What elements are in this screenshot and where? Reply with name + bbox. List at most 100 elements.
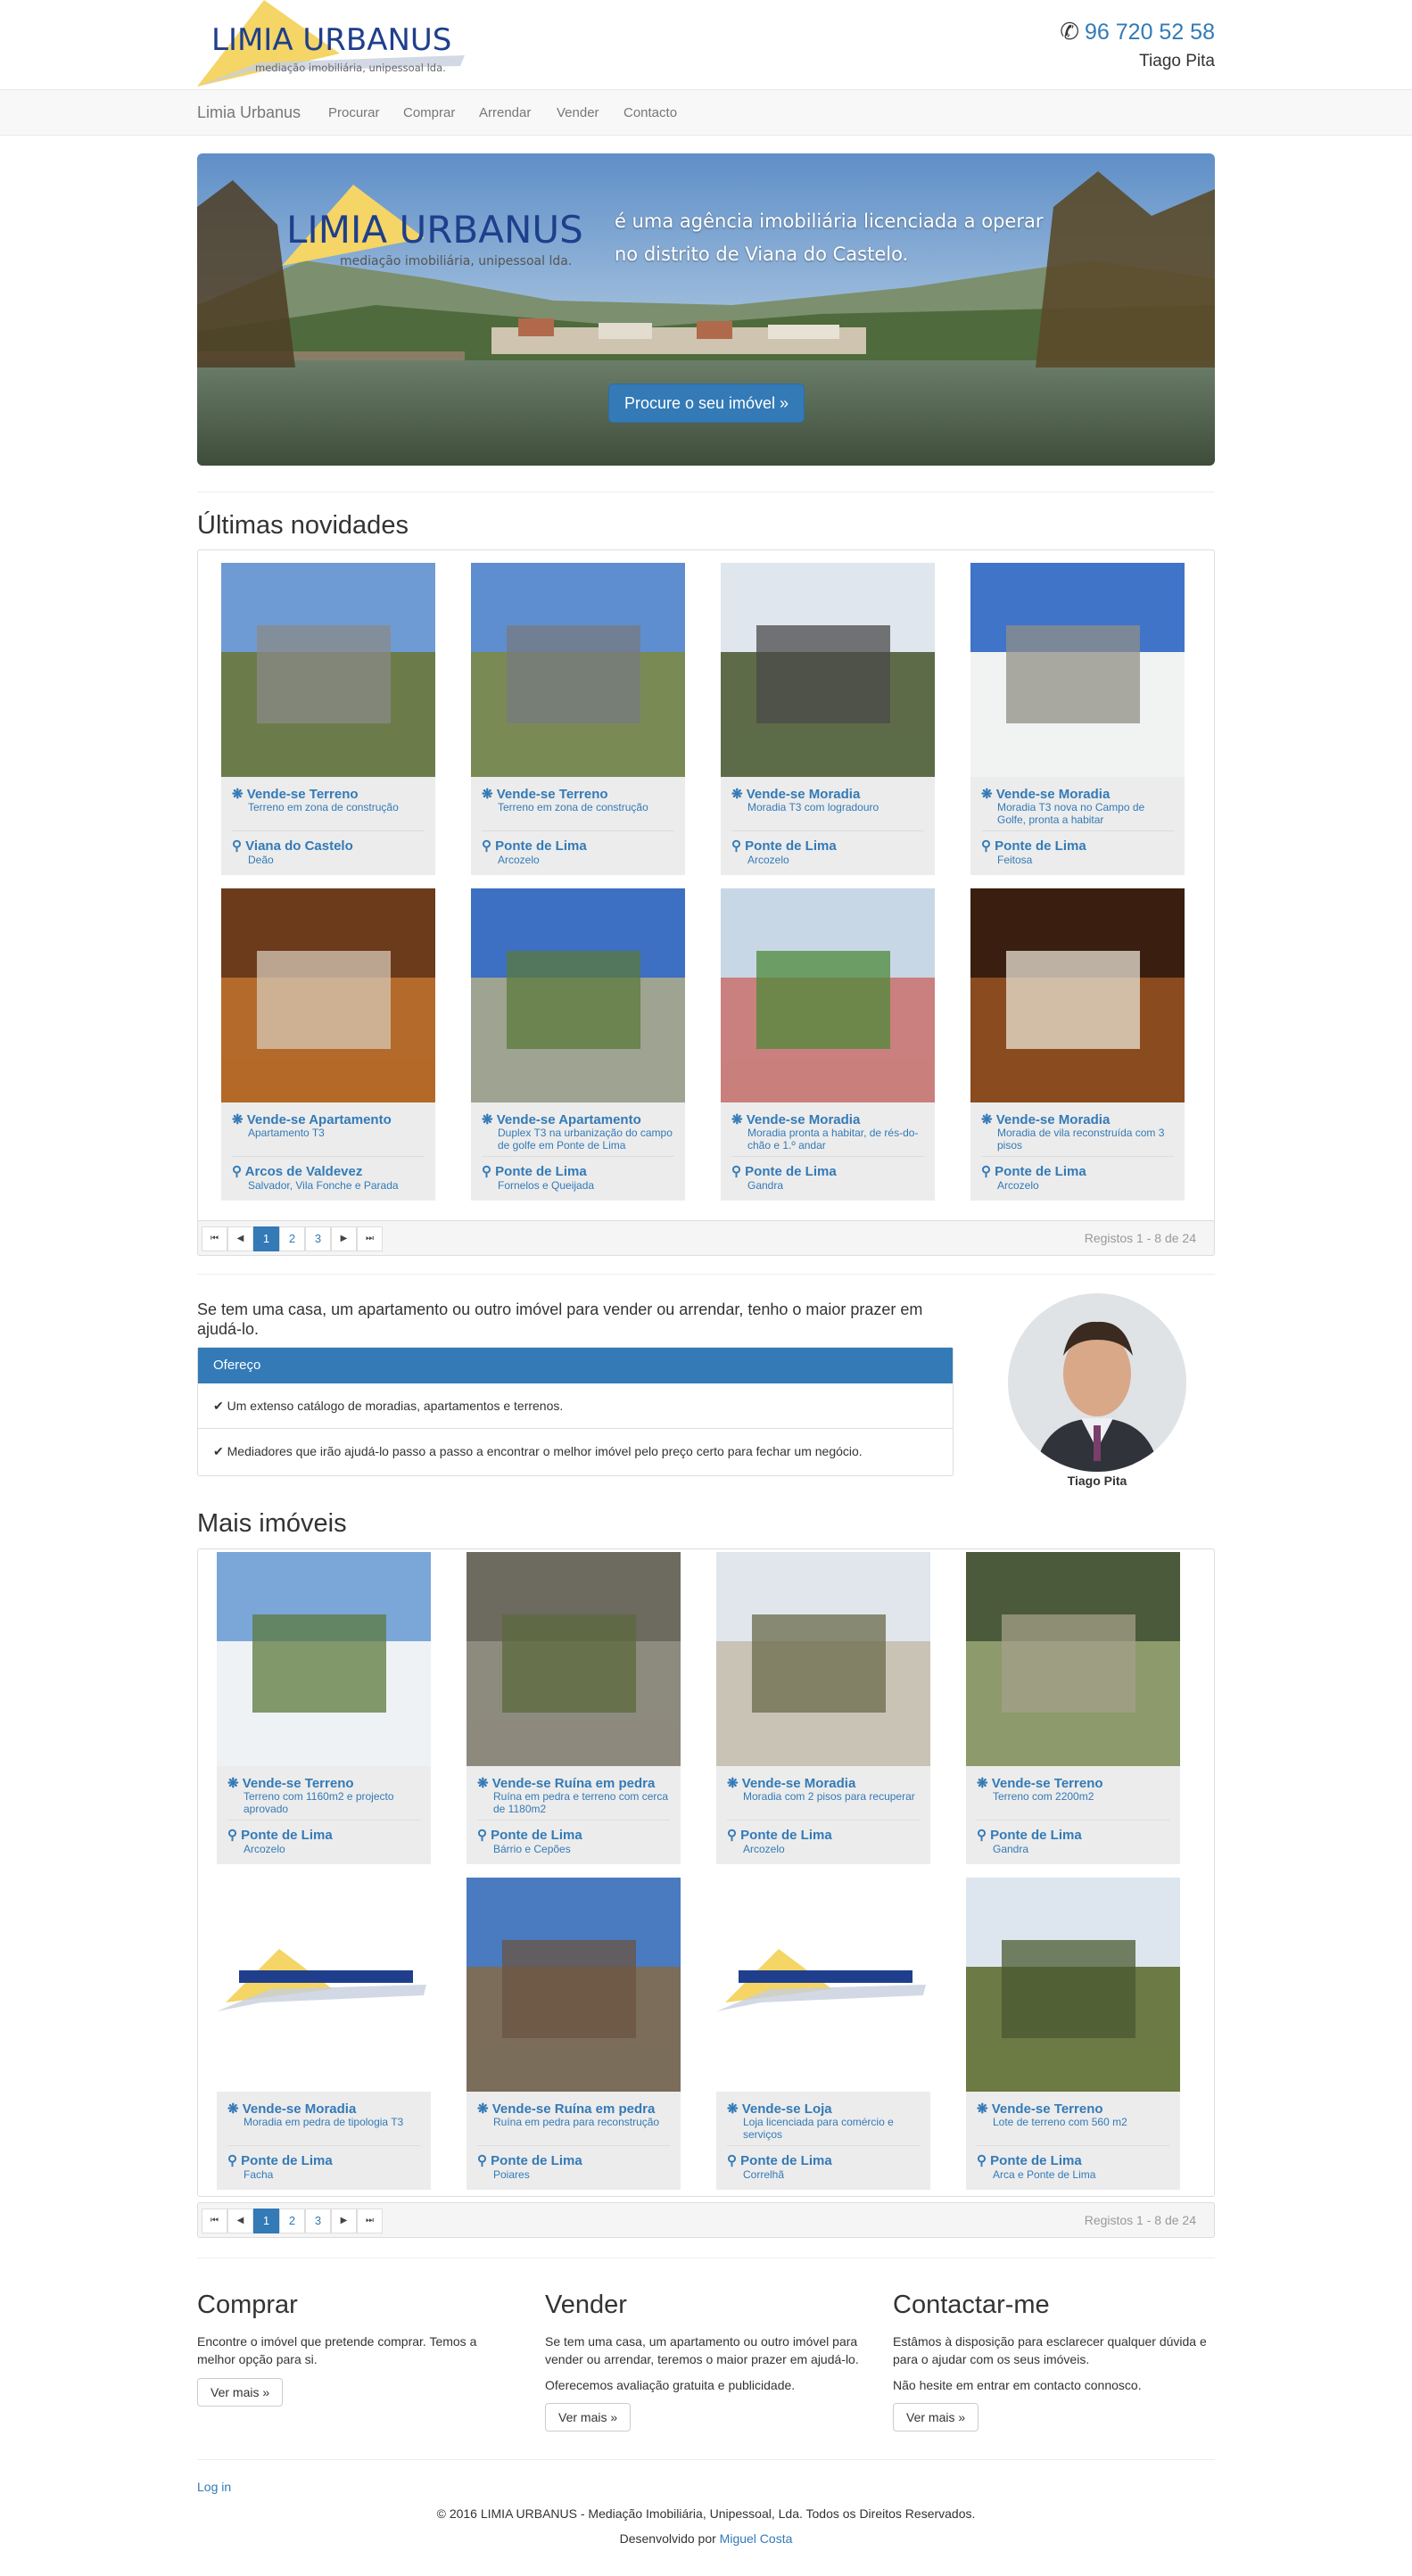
- nav-contacto[interactable]: Contacto: [623, 105, 677, 120]
- property-location[interactable]: ⚲ Ponte de Lima: [981, 1163, 1086, 1179]
- property-photo[interactable]: [970, 888, 1185, 1102]
- property-card[interactable]: ❋ Vende-se Terreno Terreno com 1160m2 e p…: [217, 1552, 431, 1864]
- site-logo[interactable]: LIMIA URBANUS mediação imobiliária, unip…: [197, 0, 465, 89]
- property-card[interactable]: ❋ Vende-se Moradia Moradia T3 com logrado…: [721, 563, 935, 875]
- property-photo[interactable]: [471, 563, 685, 777]
- property-title[interactable]: ❋ Vende-se Moradia: [981, 786, 1181, 802]
- property-location[interactable]: ⚲ Ponte de Lima: [482, 838, 587, 854]
- property-location[interactable]: ⚲ Ponte de Lima: [977, 2152, 1082, 2168]
- phone-number[interactable]: ✆ 96 720 52 58: [1060, 18, 1215, 45]
- property-location[interactable]: ⚲ Ponte de Lima: [981, 838, 1086, 854]
- property-sublocation: Arcozelo: [244, 1843, 285, 1855]
- contactar-more-button[interactable]: Ver mais »: [893, 2402, 979, 2432]
- property-photo[interactable]: [467, 1552, 681, 1766]
- property-card[interactable]: ❋ Vende-se Moradia Moradia com 2 pisos pa…: [716, 1552, 930, 1864]
- property-title[interactable]: ❋ Vende-se Terreno: [977, 1775, 1177, 1791]
- page-3-button[interactable]: 3: [305, 1226, 331, 1251]
- property-location[interactable]: ⚲ Ponte de Lima: [477, 2152, 582, 2168]
- property-title[interactable]: ❋ Vende-se Moradia: [727, 1775, 927, 1791]
- property-card[interactable]: ❋ Vende-se Terreno Terreno com 2200m2 ⚲ Po…: [966, 1552, 1180, 1864]
- prev-page-icon[interactable]: ◀: [227, 2209, 253, 2233]
- property-location[interactable]: ⚲ Ponte de Lima: [477, 1827, 582, 1843]
- property-title[interactable]: ❋ Vende-se Terreno: [482, 786, 681, 802]
- comprar-more-button[interactable]: Ver mais »: [197, 2377, 284, 2407]
- next-page-icon[interactable]: ▶: [331, 2209, 357, 2233]
- property-card[interactable]: ❋ Vende-se Terreno Lote de terreno com 56…: [966, 1878, 1180, 2190]
- property-location[interactable]: ⚲ Ponte de Lima: [227, 1827, 333, 1843]
- property-title[interactable]: ❋ Vende-se Ruína em pedra: [477, 1775, 677, 1791]
- property-description: Moradia T3 com logradouro: [747, 801, 879, 813]
- nav-comprar[interactable]: Comprar: [403, 105, 455, 120]
- property-photo[interactable]: [467, 1878, 681, 2092]
- property-sublocation: Fornelos e Queijada: [498, 1179, 595, 1192]
- property-card[interactable]: ❋ Vende-se Loja Loja licenciada para comé…: [716, 1878, 930, 2190]
- page-1-button[interactable]: 1: [253, 1226, 279, 1251]
- property-photo[interactable]: [716, 1552, 930, 1766]
- nav-vender[interactable]: Vender: [557, 105, 599, 120]
- property-photo[interactable]: [217, 1552, 431, 1766]
- property-location[interactable]: ⚲ Ponte de Lima: [731, 838, 837, 854]
- property-photo[interactable]: [716, 1878, 930, 2092]
- property-card[interactable]: ❋ Vende-se Ruína em pedra Ruína em pedra …: [467, 1552, 681, 1864]
- property-photo[interactable]: [221, 888, 435, 1102]
- property-title[interactable]: ❋ Vende-se Apartamento: [232, 1111, 432, 1127]
- property-card[interactable]: ❋ Vende-se Apartamento Duplex T3 na urban…: [471, 888, 685, 1201]
- property-card[interactable]: ❋ Vende-se Terreno Terreno em zona de con…: [471, 563, 685, 875]
- last-page-icon[interactable]: ⏭: [357, 2209, 383, 2233]
- property-location[interactable]: ⚲ Ponte de Lima: [727, 2152, 832, 2168]
- hero-banner: LIMIA URBANUS mediação imobiliária, unip…: [197, 153, 1215, 466]
- property-title[interactable]: ❋ Vende-se Apartamento: [482, 1111, 681, 1127]
- last-page-icon[interactable]: ⏭: [357, 1226, 383, 1251]
- property-location[interactable]: ⚲ Arcos de Valdevez: [232, 1163, 362, 1179]
- property-title[interactable]: ❋ Vende-se Terreno: [977, 2101, 1177, 2117]
- vender-more-button[interactable]: Ver mais »: [545, 2402, 632, 2432]
- divider: [477, 2145, 670, 2146]
- nav-arrendar[interactable]: Arrendar: [479, 105, 531, 120]
- property-title[interactable]: ❋ Vende-se Terreno: [227, 1775, 427, 1791]
- property-photo[interactable]: [217, 1878, 431, 2092]
- property-title[interactable]: ❋ Vende-se Loja: [727, 2101, 927, 2117]
- property-title[interactable]: ❋ Vende-se Moradia: [731, 786, 931, 802]
- property-card[interactable]: ❋ Vende-se Moradia Moradia de vila recons…: [970, 888, 1185, 1201]
- page-2-button[interactable]: 2: [279, 2209, 305, 2233]
- property-title[interactable]: ❋ Vende-se Terreno: [232, 786, 432, 802]
- property-info: ❋ Vende-se Moradia Moradia pronta a habit…: [721, 1102, 935, 1201]
- first-page-icon[interactable]: ⏮: [202, 2209, 227, 2233]
- nav-brand[interactable]: Limia Urbanus: [197, 103, 301, 122]
- property-photo[interactable]: [721, 888, 935, 1102]
- search-property-button[interactable]: Procure o seu imóvel »: [608, 384, 805, 423]
- property-card[interactable]: ❋ Vende-se Terreno Terreno em zona de con…: [221, 563, 435, 875]
- property-location[interactable]: ⚲ Ponte de Lima: [482, 1163, 587, 1179]
- first-page-icon[interactable]: ⏮: [202, 1226, 227, 1251]
- login-link[interactable]: Log in: [197, 2480, 231, 2494]
- property-card[interactable]: ❋ Vende-se Moradia Moradia pronta a habit…: [721, 888, 935, 1201]
- property-title[interactable]: ❋ Vende-se Ruína em pedra: [477, 2101, 677, 2117]
- property-location[interactable]: ⚲ Ponte de Lima: [977, 1827, 1082, 1843]
- property-title[interactable]: ❋ Vende-se Moradia: [731, 1111, 931, 1127]
- property-location[interactable]: ⚲ Ponte de Lima: [731, 1163, 837, 1179]
- property-card[interactable]: ❋ Vende-se Moradia Moradia em pedra de ti…: [217, 1878, 431, 2190]
- property-photo[interactable]: [970, 563, 1185, 777]
- property-card[interactable]: ❋ Vende-se Moradia Moradia T3 nova no Cam…: [970, 563, 1185, 875]
- developer-link[interactable]: Miguel Costa: [720, 2531, 793, 2546]
- next-page-icon[interactable]: ▶: [331, 1226, 357, 1251]
- property-photo[interactable]: [471, 888, 685, 1102]
- nav-procurar[interactable]: Procurar: [328, 105, 380, 120]
- property-photo[interactable]: [966, 1878, 1180, 2092]
- property-card[interactable]: ❋ Vende-se Apartamento Apartamento T3 ⚲ Ar…: [221, 888, 435, 1201]
- divider: [977, 2145, 1169, 2146]
- property-photo[interactable]: [721, 563, 935, 777]
- property-photo[interactable]: [221, 563, 435, 777]
- page-1-button[interactable]: 1: [253, 2209, 279, 2233]
- sell-intro: Se tem uma casa, um apartamento ou outro…: [197, 1300, 923, 1338]
- page-3-button[interactable]: 3: [305, 2209, 331, 2233]
- property-title[interactable]: ❋ Vende-se Moradia: [227, 2101, 427, 2117]
- property-photo[interactable]: [966, 1552, 1180, 1766]
- property-location[interactable]: ⚲ Ponte de Lima: [227, 2152, 333, 2168]
- page-2-button[interactable]: 2: [279, 1226, 305, 1251]
- property-title[interactable]: ❋ Vende-se Moradia: [981, 1111, 1181, 1127]
- property-card[interactable]: ❋ Vende-se Ruína em pedra Ruína em pedra …: [467, 1878, 681, 2190]
- property-location[interactable]: ⚲ Ponte de Lima: [727, 1827, 832, 1843]
- property-location[interactable]: ⚲ Viana do Castelo: [232, 838, 353, 854]
- prev-page-icon[interactable]: ◀: [227, 1226, 253, 1251]
